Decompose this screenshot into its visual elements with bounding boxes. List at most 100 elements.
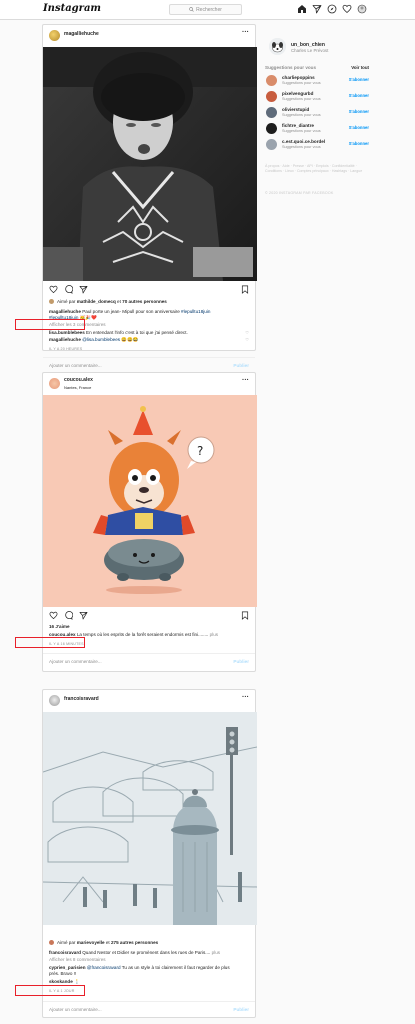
likes-count[interactable]: 275 autres personnes [111, 940, 158, 945]
avatar[interactable] [269, 38, 286, 55]
suggestion-username[interactable]: olivierstupid [282, 107, 309, 112]
follow-button[interactable]: S'abonner [349, 77, 369, 82]
like-heart-icon[interactable] [49, 611, 58, 620]
share-icon[interactable] [79, 285, 88, 294]
bookmark-icon[interactable] [241, 285, 249, 294]
suggestion-username[interactable]: charliepoppins [282, 75, 315, 80]
bookmark-icon[interactable] [241, 611, 249, 620]
comment-text: 🕯️ [74, 979, 80, 984]
suggestion-username[interactable]: pixelvengurbd [282, 91, 313, 96]
post-image[interactable] [43, 47, 257, 281]
see-all-link[interactable]: Voir tout [351, 65, 369, 70]
post-image[interactable] [43, 712, 257, 925]
home-icon[interactable] [297, 4, 307, 14]
comment-input[interactable]: Ajouter un commentaire... [49, 363, 102, 368]
post-header: coucou.alex Nantes, France ··· [43, 373, 255, 395]
suggestion-subtitle: Suggestions pour vous [282, 97, 321, 101]
instagram-logo[interactable]: Instagram [43, 3, 101, 14]
publish-button[interactable]: Publier [233, 363, 249, 368]
post-username[interactable]: coucou.alex [64, 377, 93, 383]
suggestions-title: Suggestions pour vous [265, 65, 317, 70]
view-comments-link[interactable]: Afficher les 8 commentaires [49, 957, 106, 962]
post-username[interactable]: magalliehuche [64, 31, 99, 37]
caption-username[interactable]: francoisravard [49, 950, 81, 955]
post-caption: francoisravard Quand Nestor et Didier se… [49, 950, 220, 955]
post-actions [49, 285, 88, 294]
comment-username[interactable]: skoskande [49, 979, 73, 984]
post-header: magalliehuche ··· [43, 25, 255, 47]
dog-avatar-icon [269, 38, 286, 55]
comment-icon[interactable] [64, 285, 73, 294]
post-header: francoisravard ··· [43, 690, 255, 712]
highlight-box [15, 985, 85, 996]
liked-by-line: Aimé par mathilde_domecq et 70 autres pe… [49, 299, 167, 305]
caption-text: Paul porte un jean- Mipull pour son anni… [82, 309, 180, 314]
caption-more-link[interactable]: plus [210, 632, 218, 637]
footer-links[interactable]: À propos · Aide · Presse · API · Emplois… [265, 164, 373, 174]
avatar[interactable] [266, 75, 277, 86]
suggestion-item: pixelvengurbd Suggestions pour vous S'ab… [265, 90, 375, 103]
comment-like-icon[interactable]: ♡ [245, 330, 249, 335]
liked-by-suffix: et [117, 299, 121, 304]
comment-username[interactable]: magalliehuche [49, 337, 81, 342]
caption-username[interactable]: magalliehuche [49, 309, 81, 314]
suggestion-subtitle: Suggestions pour vous [282, 145, 321, 149]
more-options-icon[interactable]: ··· [242, 694, 249, 701]
search-placeholder: Rechercher [196, 6, 222, 13]
avatar[interactable] [49, 30, 60, 41]
share-icon[interactable] [79, 611, 88, 620]
follow-button[interactable]: S'abonner [349, 93, 369, 98]
liked-by-user[interactable]: mathilde_domecq [77, 299, 116, 304]
follow-button[interactable]: S'abonner [349, 125, 369, 130]
avatar[interactable] [49, 695, 60, 706]
caption-hashtag[interactable]: #lepulltu18juin [181, 309, 210, 314]
liked-by-user[interactable]: marievoyelle [77, 940, 105, 945]
search-input[interactable]: Rechercher [169, 4, 242, 15]
caption-more-link[interactable]: plus [212, 950, 220, 955]
avatar[interactable] [266, 107, 277, 118]
comment-input[interactable]: Ajouter un commentaire... [49, 659, 102, 664]
direct-send-icon[interactable] [312, 4, 322, 14]
more-options-icon[interactable]: ··· [242, 377, 249, 384]
more-options-icon[interactable]: ··· [242, 29, 249, 36]
comment-input[interactable]: Ajouter un commentaire... [49, 1007, 102, 1012]
explore-compass-icon[interactable] [327, 4, 337, 14]
comment-username[interactable]: cyprien_parisien [49, 965, 86, 970]
liked-by-avatar [49, 299, 54, 305]
publish-button[interactable]: Publier [233, 1007, 249, 1012]
like-heart-icon[interactable] [49, 285, 58, 294]
avatar[interactable] [49, 378, 60, 389]
post-location[interactable]: Nantes, France [64, 385, 91, 390]
comment-text: 😄😄😂 [121, 337, 139, 342]
comment-continuation: près. Bravo !! [49, 971, 77, 976]
post-username[interactable]: francoisravard [64, 696, 99, 702]
publish-button[interactable]: Publier [233, 659, 249, 664]
avatar[interactable] [266, 91, 277, 102]
follow-button[interactable]: S'abonner [349, 141, 369, 146]
suggestion-item: c.est.quoi.ce.bordel Suggestions pour vo… [265, 138, 375, 151]
likes-count[interactable]: 70 autres personnes [122, 299, 167, 304]
post-image[interactable]: ? [43, 395, 257, 607]
comment-like-icon[interactable]: ♡ [245, 337, 249, 342]
comment-icon[interactable] [64, 611, 73, 620]
feed-post: magalliehuche ··· Aimé par mathilde_dome… [42, 24, 257, 368]
suggestion-username[interactable]: fichtre_diantre [282, 123, 314, 128]
comment-mention[interactable]: @lisa.bumblebees [82, 337, 120, 342]
pencil-street-illustration [43, 712, 257, 925]
comment-username[interactable]: lisa.bumblebees [49, 330, 85, 335]
comment-mention[interactable]: @francoisravard [87, 965, 121, 970]
post-actions [49, 611, 88, 620]
follow-button[interactable]: S'abonner [349, 109, 369, 114]
post-timestamp[interactable]: IL Y A 20 HEURES [49, 347, 82, 351]
avatar[interactable] [266, 139, 277, 150]
comment-bar: Ajouter un commentaire... Publier [43, 1001, 255, 1017]
suggestion-item: fichtre_diantre Suggestions pour vous S'… [265, 122, 375, 135]
highlight-box [15, 637, 85, 648]
top-navigation-bar: Instagram Rechercher [0, 0, 415, 20]
activity-heart-icon[interactable] [342, 4, 352, 14]
suggestion-username[interactable]: c.est.quoi.ce.bordel [282, 139, 325, 144]
profile-icon[interactable] [357, 4, 367, 14]
liked-by-prefix: Aimé par [57, 940, 76, 945]
avatar[interactable] [266, 123, 277, 134]
likes-count[interactable]: 16 J'aime [49, 624, 70, 629]
